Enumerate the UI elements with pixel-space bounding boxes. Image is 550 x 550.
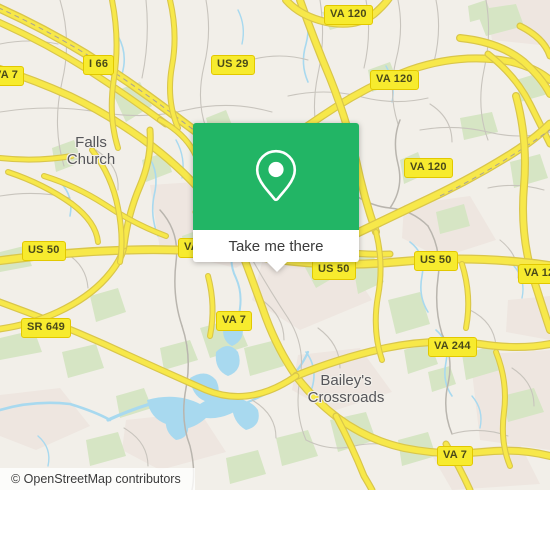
take-me-there-button[interactable]: Take me there [193,230,359,262]
map-attribution-bar: © OpenStreetMap contributors [0,468,195,490]
location-callout-card[interactable]: Take me there [193,123,359,272]
take-me-there-label: Take me there [228,237,324,255]
road-shield: VA 7 [0,66,25,86]
road-shield: US 50 [414,251,458,271]
road-shield: US 50 [312,260,356,280]
callout-pointer-tail [266,261,288,272]
road-shield: VA 120 [324,5,373,25]
road-shield: US 29 [211,55,255,75]
road-shield: VA 120 [404,158,453,178]
road-shield: VA 7 [216,311,253,331]
road-shield: US 50 [22,241,66,261]
osm-attribution-text: © OpenStreetMap contributors [11,471,181,486]
place-label: Falls Church [66,134,116,168]
road-shield: VA 12 [518,264,550,284]
footer-bar: Arlington Blvd & Fallswood Glen Ct, Wash… [0,490,550,550]
map-screenshot: .pk{fill:#d6e5c4} .res{fill:#eee6e0} .wt… [0,0,550,550]
road-shield: VA 244 [428,337,477,357]
road-shield: VA 120 [370,70,419,90]
place-label: Bailey's Crossroads [307,372,385,406]
road-shield: VA 7 [437,446,474,466]
road-shield: I 66 [83,55,115,75]
map-pin-icon [254,148,298,206]
callout-header [193,123,359,230]
map-canvas[interactable]: .pk{fill:#d6e5c4} .res{fill:#eee6e0} .wt… [0,0,550,490]
road-shield: SR 649 [21,318,71,338]
